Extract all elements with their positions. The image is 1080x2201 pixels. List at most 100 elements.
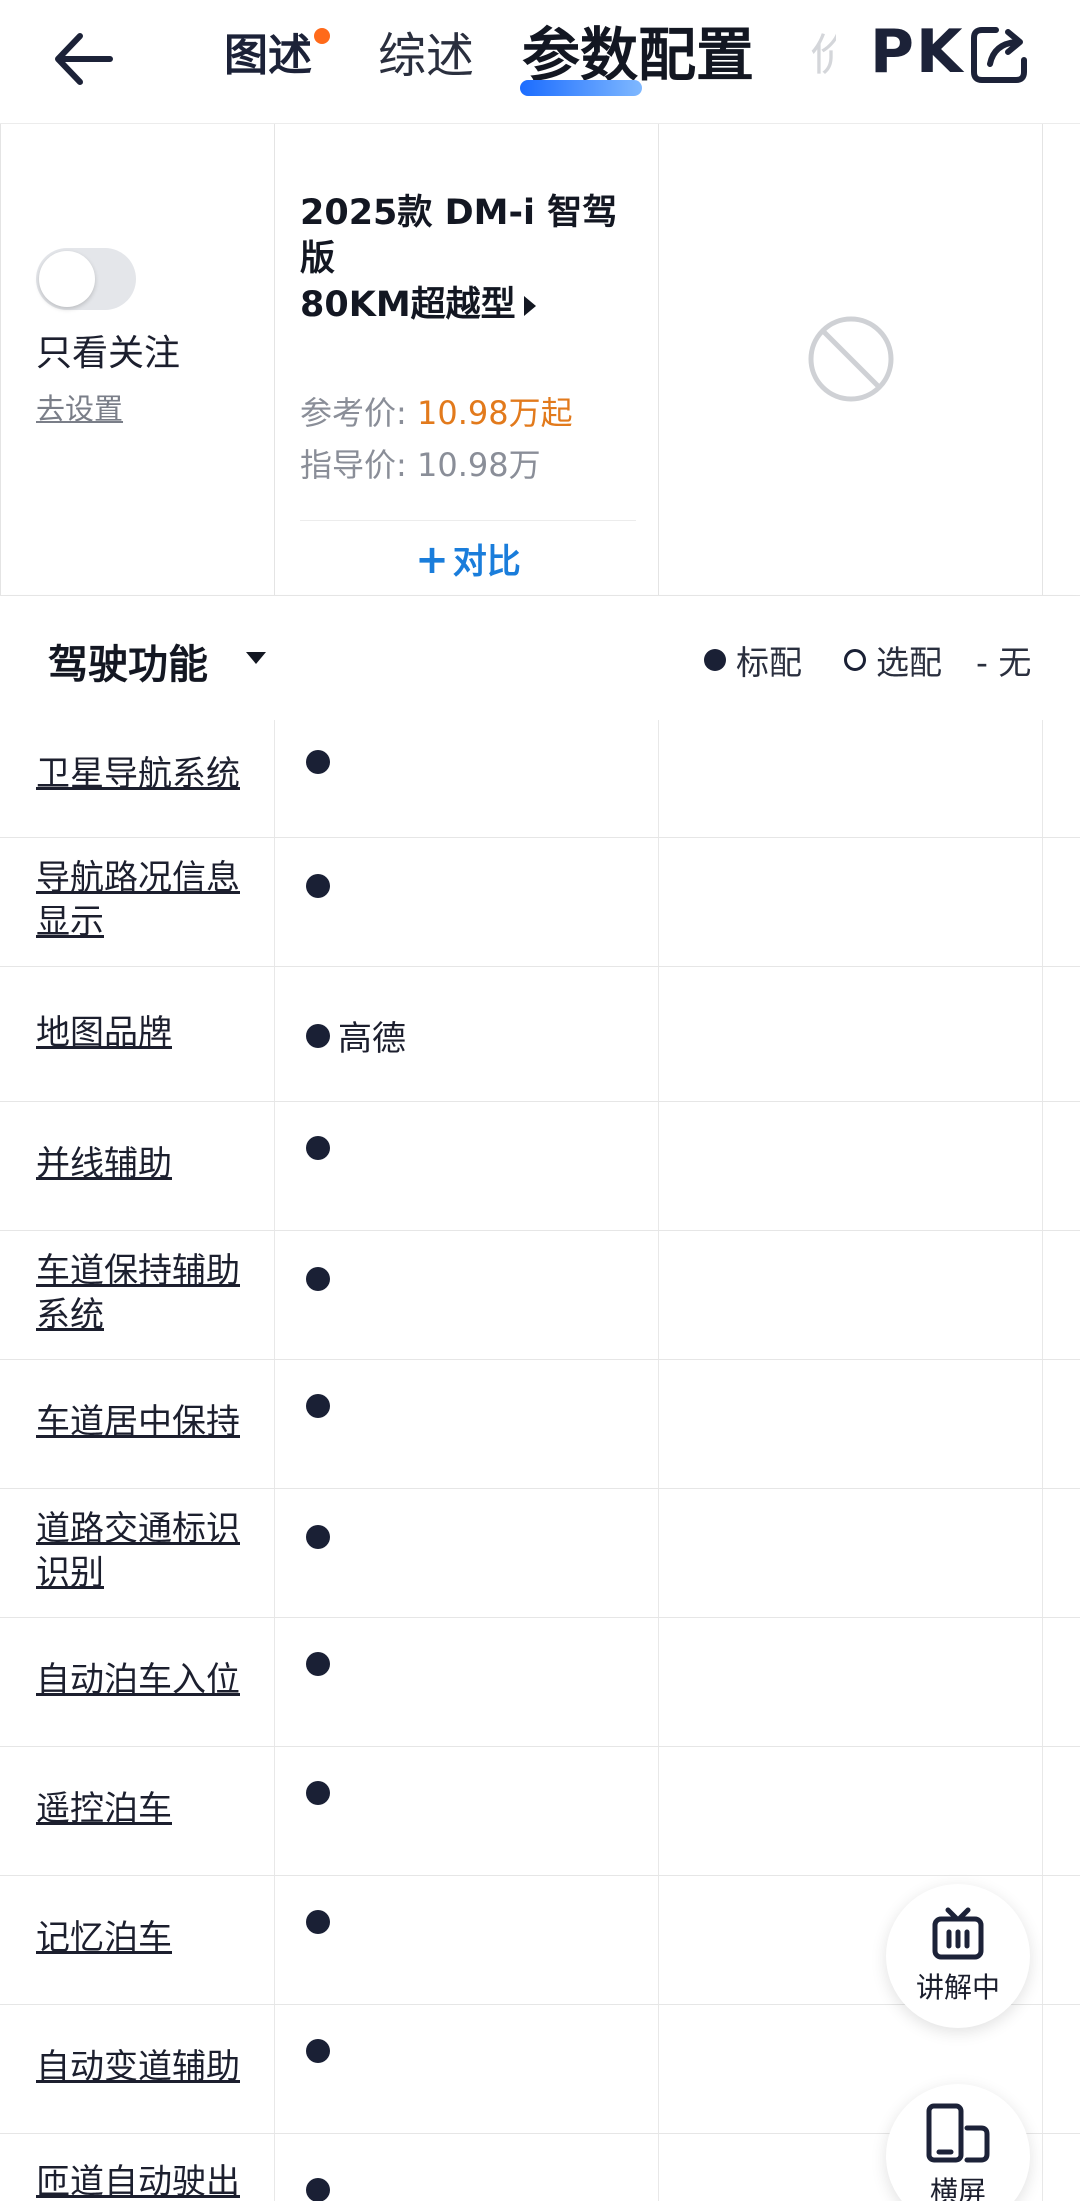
- feature-name[interactable]: 自动泊车入位: [36, 1658, 266, 1702]
- reference-price-label: 参考价:: [300, 394, 407, 432]
- feature-name[interactable]: 导航路况信息显示: [36, 856, 266, 944]
- section-header: 驾驶功能 标配 选配 - 无: [0, 596, 1080, 720]
- table-row: 车道保持辅助系统: [0, 1231, 1080, 1360]
- feature-value: [306, 1525, 338, 1549]
- legend-optional: 选配: [844, 636, 942, 684]
- car-header: 只看关注 去设置 2025款 DM-i 智驾版 80KM超越型 参考价: 10.…: [0, 124, 1080, 596]
- add-compare-button[interactable]: + 对比: [300, 534, 636, 586]
- add-compare-label: 对比: [452, 542, 521, 582]
- feature-value: 高德: [306, 1011, 406, 1060]
- guide-price-value: 10.98万: [416, 446, 541, 484]
- table-row: 导航路况信息显示: [0, 838, 1080, 967]
- guide-price-label: 指导价:: [300, 446, 407, 484]
- feature-value: [306, 1394, 338, 1418]
- car-model-line2: 80KM超越型: [300, 285, 516, 325]
- feature-name[interactable]: 遥控泊车: [36, 1787, 266, 1831]
- standard-dot-icon: [306, 1781, 330, 1805]
- tab-pk[interactable]: PK: [870, 20, 964, 84]
- standard-dot-icon: [306, 1910, 330, 1934]
- table-row: 自动泊车入位: [0, 1618, 1080, 1747]
- share-button[interactable]: [964, 20, 1034, 90]
- standard-dot-icon: [306, 1394, 330, 1418]
- column-divider: [658, 124, 659, 595]
- table-row: 道路交通标识识别: [0, 1489, 1080, 1618]
- feature-name[interactable]: 卫星导航系统: [36, 752, 266, 796]
- tab-pk-label: PK: [870, 17, 965, 87]
- car-model-line2-wrap: 80KM超越型: [300, 282, 650, 328]
- car-model-name[interactable]: 2025款 DM-i 智驾版 80KM超越型: [300, 190, 650, 328]
- share-icon: [971, 27, 1027, 83]
- table-row: 卫星导航系统: [0, 720, 1080, 838]
- standard-dot-icon: [306, 750, 330, 774]
- feature-name[interactable]: 车道保持辅助系统: [36, 1249, 266, 1337]
- standard-dot-icon: [306, 2039, 330, 2063]
- back-button[interactable]: [46, 22, 120, 96]
- filled-dot-icon: [704, 649, 726, 671]
- tab-zongshu[interactable]: 综述: [378, 24, 474, 88]
- feature-value: [306, 1781, 338, 1805]
- feature-name[interactable]: 车道居中保持: [36, 1400, 266, 1444]
- standard-dot-icon: [306, 874, 330, 898]
- top-nav: 图述 综述 参数配置 价 PK: [0, 0, 1080, 124]
- column-divider: [1042, 124, 1043, 595]
- live-explain-button[interactable]: 讲解中: [886, 1884, 1030, 2028]
- feature-name[interactable]: 道路交通标识识别: [36, 1507, 266, 1595]
- hollow-dot-icon: [844, 649, 866, 671]
- arrow-left-icon: [55, 33, 113, 85]
- feature-name[interactable]: 匝道自动驶出: [36, 2160, 266, 2201]
- feature-value: [306, 874, 338, 898]
- landscape-label: 横屏: [929, 2175, 986, 2201]
- feature-value-text: 高德: [338, 1019, 406, 1059]
- section-title[interactable]: 驾驶功能: [48, 632, 208, 690]
- feature-name[interactable]: 记忆泊车: [36, 1916, 266, 1960]
- live-explain-label: 讲解中: [915, 1971, 1000, 2004]
- standard-dot-icon: [306, 1136, 330, 1160]
- legend-standard: 标配: [704, 636, 802, 684]
- toggle-knob: [39, 251, 95, 307]
- table-row: 并线辅助: [0, 1102, 1080, 1231]
- standard-dot-icon: [306, 1023, 330, 1048]
- feature-value: [306, 1136, 338, 1160]
- legend-standard-label: 标配: [736, 643, 802, 682]
- column-divider: [0, 124, 1, 595]
- follow-only-label: 只看关注: [36, 333, 181, 374]
- standard-dot-icon: [306, 1267, 330, 1291]
- caret-right-icon: [523, 296, 536, 316]
- reference-price: 参考价: 10.98万起: [300, 388, 573, 434]
- legend-optional-label: 选配: [876, 643, 942, 682]
- compare-divider: [300, 520, 636, 521]
- tv-icon: [932, 1907, 984, 1960]
- standard-dot-icon: [306, 2178, 330, 2201]
- standard-dot-icon: [306, 1525, 330, 1549]
- table-row: 地图品牌 高德: [0, 967, 1080, 1102]
- feature-value: [306, 1910, 338, 1934]
- feature-value: [306, 750, 338, 774]
- feature-name[interactable]: 自动变道辅助: [36, 2045, 266, 2089]
- tab-tushu-label: 图述: [224, 30, 312, 81]
- feature-value: [306, 2039, 338, 2063]
- settings-link[interactable]: 去设置: [36, 386, 123, 428]
- feature-value: [306, 1267, 338, 1291]
- feature-name[interactable]: 地图品牌: [36, 1011, 266, 1055]
- tab-zongshu-label: 综述: [378, 28, 475, 84]
- table-row: 遥控泊车: [0, 1747, 1080, 1876]
- rotate-phone-icon: [926, 2103, 990, 2163]
- follow-only-toggle[interactable]: [36, 248, 136, 310]
- standard-dot-icon: [306, 1652, 330, 1676]
- chevron-down-icon[interactable]: [246, 652, 266, 664]
- car-model-line1: 2025款 DM-i 智驾版: [300, 193, 618, 279]
- active-tab-indicator: [520, 80, 642, 96]
- tab-params-label: 参数配置: [522, 21, 755, 89]
- reference-price-value: 10.98万起: [416, 394, 573, 432]
- guide-price: 指导价: 10.98万: [300, 440, 541, 486]
- empty-slot-icon[interactable]: [806, 314, 896, 404]
- legend-none: - 无: [976, 636, 1031, 684]
- feature-value: [306, 1652, 338, 1676]
- tab-tushu[interactable]: 图述: [224, 24, 330, 88]
- feature-value: [306, 2178, 338, 2201]
- column-divider: [274, 124, 275, 595]
- tab-params-active[interactable]: 参数配置: [520, 18, 755, 96]
- table-row: 车道居中保持: [0, 1360, 1080, 1489]
- feature-name[interactable]: 并线辅助: [36, 1142, 266, 1186]
- tab-price-partial[interactable]: 价: [810, 24, 836, 88]
